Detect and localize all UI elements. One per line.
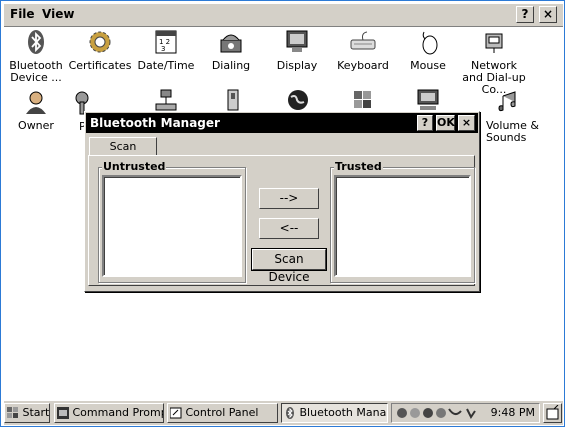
owner-icon — [26, 91, 46, 114]
command-prompt-icon — [57, 407, 69, 419]
control-panel-window: File View ? × Bluetooth Device ... Certi… — [1, 4, 563, 425]
applet-date-time[interactable]: 1 23 Date/Time — [131, 28, 201, 72]
dialog-help-button[interactable]: ? — [417, 115, 433, 131]
screenshot-frame: File View ? × Bluetooth Device ... Certi… — [0, 0, 565, 427]
tab-scan-device[interactable]: Scan Device — [89, 137, 157, 171]
power-icon — [227, 89, 239, 111]
keyboard-icon — [350, 31, 376, 50]
applet-label: Bluetooth Device ... — [9, 59, 63, 84]
tray-icons[interactable] — [395, 406, 479, 420]
close-button[interactable]: × — [539, 6, 557, 23]
help-button[interactable]: ? — [516, 6, 534, 23]
display-icon — [286, 30, 308, 52]
desktop-icon — [546, 404, 559, 420]
applet-keyboard[interactable]: Keyboard — [328, 28, 398, 72]
applet-volume-sounds[interactable]: Volume & Sounds — [474, 88, 544, 144]
bluetooth-icon — [286, 407, 294, 419]
applet-mouse[interactable]: Mouse — [393, 28, 463, 72]
date-time-icon: 1 23 — [155, 30, 177, 54]
applet-label: Date/Time — [137, 59, 195, 72]
taskbar: Start Command Prompt Control Panel Bluet… — [4, 400, 563, 425]
certificates-icon — [89, 31, 111, 53]
mouse-icon — [422, 31, 438, 55]
trusted-group: Trusted — [330, 160, 475, 283]
globe-icon — [288, 90, 308, 110]
control-panel-icon — [170, 407, 182, 419]
taskbar-label: Command Prompt — [72, 406, 164, 419]
taskbar-label: Control Panel — [185, 406, 259, 419]
menu-view[interactable]: View — [42, 7, 74, 21]
applet-label: Certificates — [68, 59, 132, 72]
applet-label: Volume & Sounds — [486, 119, 539, 144]
menu-file[interactable]: File — [10, 7, 35, 21]
applet-dialing[interactable]: Dialing — [196, 28, 266, 72]
system-icon — [417, 89, 439, 110]
tab-panel: Untrusted --> <-- Scan Device Trusted — [88, 155, 475, 286]
windows-logo-icon — [7, 407, 18, 418]
move-to-untrusted-button[interactable]: <-- — [259, 218, 319, 239]
system-tray: 9:48 PM — [391, 403, 540, 423]
taskbar-bluetooth-manager[interactable]: Bluetooth Mana... — [281, 403, 388, 423]
applet-label: Owner — [18, 119, 54, 132]
bluetooth-manager-dialog: Bluetooth Manager ? OK × Scan Device Unt… — [84, 111, 480, 292]
trusted-label: Trusted — [334, 160, 383, 173]
dialog-ok-button[interactable]: OK — [436, 115, 455, 131]
show-desktop-button[interactable] — [543, 403, 562, 423]
dialog-title-bar: Bluetooth Manager ? OK × — [86, 113, 478, 133]
taskbar-command-prompt[interactable]: Command Prompt — [54, 403, 164, 423]
applet-display[interactable]: Display — [262, 28, 332, 72]
volume-icon — [498, 91, 516, 112]
applet-bluetooth-device[interactable]: Bluetooth Device ... — [1, 28, 71, 84]
applet-label: Display — [276, 59, 318, 72]
start-button[interactable]: Start — [4, 403, 50, 423]
untrusted-group: Untrusted — [98, 160, 246, 283]
menu-bar: File View ? × — [4, 4, 563, 27]
network-plug-icon — [155, 89, 177, 111]
untrusted-list[interactable] — [102, 175, 242, 277]
dialing-icon — [220, 34, 242, 53]
windows-flag-icon — [354, 91, 371, 108]
trusted-list[interactable] — [334, 175, 471, 277]
scan-device-button[interactable]: Scan Device — [251, 248, 327, 284]
applet-label: Mouse — [410, 59, 446, 72]
applet-label: Dialing — [211, 59, 251, 72]
network-icon — [485, 33, 503, 53]
clock[interactable]: 9:48 PM — [491, 406, 535, 419]
applet-network[interactable]: Network and Dial-up Co... — [459, 28, 529, 96]
start-label: Start — [22, 406, 50, 419]
dialog-close-button[interactable]: × — [458, 115, 475, 131]
taskbar-label: Bluetooth Mana... — [299, 406, 388, 419]
move-to-trusted-button[interactable]: --> — [259, 188, 319, 209]
bluetooth-icon — [28, 30, 44, 54]
applet-owner[interactable]: Owner — [1, 88, 71, 132]
taskbar-control-panel[interactable]: Control Panel — [167, 403, 278, 423]
applet-label: Keyboard — [337, 59, 389, 72]
dialog-title: Bluetooth Manager — [90, 116, 220, 130]
untrusted-label: Untrusted — [102, 160, 167, 173]
applet-certificates[interactable]: Certificates — [65, 28, 135, 72]
svg-text:3: 3 — [161, 45, 165, 53]
